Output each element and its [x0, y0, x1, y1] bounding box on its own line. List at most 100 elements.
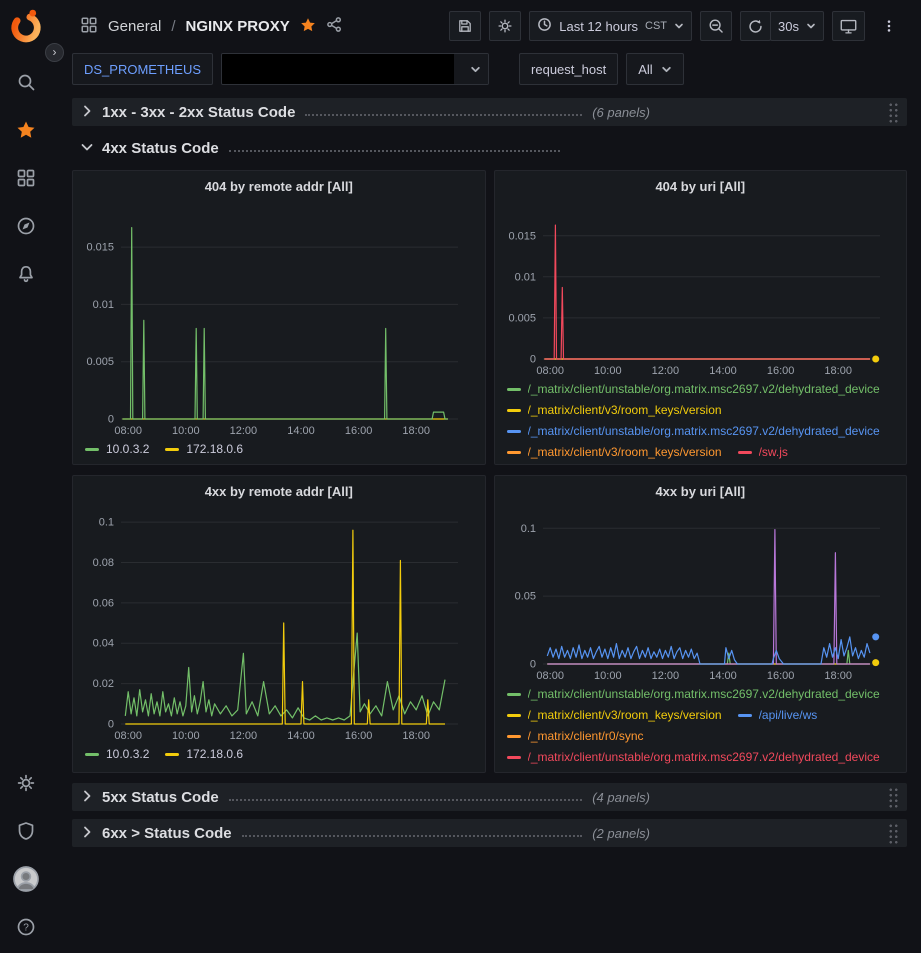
timeseries-chart[interactable]: 00.050.108:0010:0012:0014:0016:0018:00: [503, 504, 896, 684]
refresh-button[interactable]: [740, 11, 771, 41]
legend-item[interactable]: /_matrix/client/v3/room_keys/version: [507, 403, 722, 417]
breadcrumb-folder[interactable]: General: [108, 18, 161, 35]
svg-text:0.005: 0.005: [86, 356, 114, 368]
dotted-leader: [305, 114, 582, 116]
svg-text:08:00: 08:00: [114, 730, 142, 742]
svg-text:0: 0: [108, 414, 114, 426]
settings-gear-icon[interactable]: [2, 759, 50, 807]
dotted-leader: [229, 799, 582, 801]
share-icon[interactable]: [326, 16, 343, 36]
sidebar: ?: [0, 0, 52, 953]
svg-text:0: 0: [529, 659, 535, 671]
svg-text:10:00: 10:00: [594, 670, 622, 682]
time-range-picker[interactable]: Last 12 hours CST: [529, 11, 692, 41]
panel-title[interactable]: 404 by remote addr [All]: [81, 175, 477, 199]
row-panel-count: (2 panels): [592, 826, 650, 841]
sidebar-expand-button[interactable]: ›: [45, 43, 64, 62]
zoom-out-button[interactable]: [700, 11, 732, 41]
help-icon[interactable]: ?: [2, 903, 50, 951]
row-1xx-3xx-2xx-status-code[interactable]: 1xx - 3xx - 2xx Status Code (6 panels): [72, 98, 907, 126]
chevron-down-icon: [674, 19, 684, 34]
chevron-right-icon: [80, 789, 96, 805]
legend-item[interactable]: 172.18.0.6: [165, 747, 243, 761]
svg-text:16:00: 16:00: [766, 365, 794, 377]
row-drag-handle[interactable]: [888, 102, 899, 123]
legend-item[interactable]: /_matrix/client/v3/room_keys/version: [507, 445, 722, 459]
panel-404-by-remote-addr: 404 by remote addr [All] 0 0.005 0.01 0.015…: [72, 170, 486, 465]
chevron-right-icon: [80, 825, 96, 841]
timeseries-chart[interactable]: 00.0050.010.01508:0010:0012:0014:0016:00…: [81, 199, 474, 439]
refresh-group: 30s: [740, 11, 824, 41]
legend-item[interactable]: 10.0.3.2: [85, 442, 149, 456]
legend-item[interactable]: /_matrix/client/unstable/org.matrix.msc2…: [507, 750, 880, 764]
timeseries-chart[interactable]: 00.020.040.060.080.108:0010:0012:0014:00…: [81, 504, 474, 744]
row-4xx-status-code[interactable]: 4xx Status Code: [72, 134, 907, 162]
tv-mode-button[interactable]: [832, 11, 865, 41]
svg-text:?: ?: [23, 923, 29, 934]
time-zone-label: CST: [645, 20, 667, 32]
legend-item[interactable]: 10.0.3.2: [85, 747, 149, 761]
main-area: General / NGINX PROXY Last 12 hours: [52, 0, 921, 953]
svg-text:14:00: 14:00: [287, 425, 315, 437]
chevron-down-icon: [806, 19, 816, 34]
legend-item[interactable]: /_matrix/client/unstable/org.matrix.msc2…: [507, 382, 880, 396]
legend-item[interactable]: /_matrix/client/unstable/org.matrix.msc2…: [507, 687, 880, 701]
panel-grid-bottom: 4xx by remote addr [All] 00.020.040.060.…: [72, 475, 907, 773]
search-icon[interactable]: [2, 58, 50, 106]
clock-icon: [537, 17, 552, 35]
favorite-star-icon[interactable]: [300, 17, 316, 36]
panel-legend: 10.0.3.2 172.18.0.6: [81, 744, 477, 772]
svg-text:0.01: 0.01: [514, 271, 535, 283]
row-title: 1xx - 3xx - 2xx Status Code: [102, 104, 295, 121]
legend-item[interactable]: /api/live/ws: [738, 708, 818, 722]
svg-text:0: 0: [108, 719, 114, 731]
server-admin-shield-icon[interactable]: [2, 807, 50, 855]
timeseries-chart[interactable]: 00.0050.010.01508:0010:0012:0014:0016:00…: [503, 199, 896, 379]
svg-text:18:00: 18:00: [824, 670, 852, 682]
starred-dashboards-icon[interactable]: [2, 106, 50, 154]
kebab-menu-icon[interactable]: [873, 11, 905, 41]
chevron-down-icon: [462, 54, 488, 84]
panel-title[interactable]: 404 by uri [All]: [503, 175, 899, 199]
svg-text:12:00: 12:00: [230, 730, 258, 742]
request-host-variable-select[interactable]: All: [626, 53, 683, 85]
svg-text:18:00: 18:00: [824, 365, 852, 377]
legend-item[interactable]: /_matrix/client/r0/sync: [507, 729, 644, 743]
row-drag-handle[interactable]: [888, 823, 899, 844]
svg-text:16:00: 16:00: [345, 425, 373, 437]
panel-4xx-by-remote-addr: 4xx by remote addr [All] 00.020.040.060.…: [72, 475, 486, 773]
svg-text:0.04: 0.04: [93, 638, 114, 650]
refresh-interval-select[interactable]: 30s: [770, 11, 824, 41]
legend-item[interactable]: /_matrix/client/v3/room_keys/version: [507, 708, 722, 722]
dashboard-settings-button[interactable]: [489, 11, 521, 41]
row-title: 5xx Status Code: [102, 789, 219, 806]
save-dashboard-button[interactable]: [449, 11, 481, 41]
legend-item[interactable]: /_matrix/client/unstable/org.matrix.msc2…: [507, 424, 880, 438]
breadcrumb-separator: /: [171, 18, 175, 35]
datasource-variable-select[interactable]: [221, 53, 489, 85]
row-drag-handle[interactable]: [888, 787, 899, 808]
user-avatar[interactable]: [2, 855, 50, 903]
legend-item[interactable]: 172.18.0.6: [165, 442, 243, 456]
request-host-variable-label[interactable]: request_host: [519, 53, 618, 85]
explore-icon[interactable]: [2, 202, 50, 250]
apps-grid-icon[interactable]: [80, 16, 98, 37]
svg-text:14:00: 14:00: [287, 730, 315, 742]
grafana-logo-icon[interactable]: [8, 8, 44, 44]
svg-text:0.01: 0.01: [93, 299, 114, 311]
dashboards-icon[interactable]: [2, 154, 50, 202]
row-6xx-status-code[interactable]: 6xx > Status Code (2 panels): [72, 819, 907, 847]
svg-text:08:00: 08:00: [536, 365, 564, 377]
refresh-interval-value: 30s: [778, 19, 799, 34]
alerting-icon[interactable]: [2, 250, 50, 298]
panel-title[interactable]: 4xx by uri [All]: [503, 480, 899, 504]
datasource-variable-label[interactable]: DS_PROMETHEUS: [72, 53, 213, 85]
row-5xx-status-code[interactable]: 5xx Status Code (4 panels): [72, 783, 907, 811]
panel-title[interactable]: 4xx by remote addr [All]: [81, 480, 477, 504]
panel-404-by-uri: 404 by uri [All] 00.0050.010.01508:0010:…: [494, 170, 908, 465]
legend-item[interactable]: /sw.js: [738, 445, 788, 459]
svg-text:0.005: 0.005: [508, 312, 536, 324]
row-title: 6xx > Status Code: [102, 825, 232, 842]
svg-text:0.015: 0.015: [86, 242, 114, 254]
svg-text:0.08: 0.08: [93, 557, 114, 569]
